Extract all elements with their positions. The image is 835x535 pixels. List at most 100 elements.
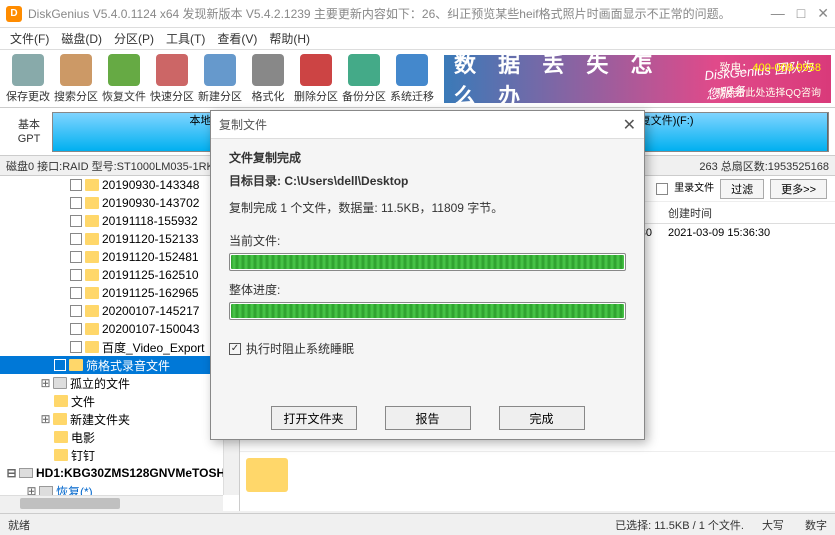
prevent-sleep-row[interactable]: ✓ 执行时阻止系统睡眠 [229,340,626,357]
tree-folder[interactable]: 百度_Video_Export [0,338,239,356]
tree-folder-selected[interactable]: 筛格式录音文件 [0,356,239,374]
banner[interactable]: 数 据 丢 失 怎 么 办 DiskGenius 团队为您服务 致电：400-0… [444,55,831,103]
done-button[interactable]: 完成 [499,406,585,430]
statusbar: 就绪 已选择: 11.5KB / 1 个文件. 大写 数字 [0,513,835,535]
tbtn-quick-partition[interactable]: 快速分区 [148,54,196,104]
close-button[interactable]: ✕ [817,5,829,22]
progress-fill [231,255,624,269]
menu-help[interactable]: 帮助(H) [263,28,316,49]
dialog-footer: 打开文件夹 报告 完成 [211,397,644,439]
folder-icon [54,431,68,443]
prevent-sleep-checkbox[interactable]: ✓ [229,343,241,355]
folder-icon [85,341,99,353]
folder-icon [85,269,99,281]
checkbox[interactable] [70,269,82,281]
menu-tools[interactable]: 工具(T) [160,28,211,49]
banner-qq: 或点击此处选择QQ咨询 [715,84,821,99]
tbtn-backup-partition[interactable]: 备份分区 [340,54,388,104]
folder-icon [54,449,68,461]
checkbox[interactable] [70,215,82,227]
tree-disk[interactable]: ⊟HD1:KBG30ZMS128GNVMeTOSH [0,464,239,482]
checkbox[interactable] [70,305,82,317]
menu-partition[interactable]: 分区(P) [108,28,160,49]
checkbox[interactable] [70,197,82,209]
dialog-title: 复制文件 [219,116,267,133]
recover-icon [108,54,140,86]
folder-icon [54,395,68,407]
folder-icon [85,287,99,299]
tbtn-migrate[interactable]: 系统迁移 [388,54,436,104]
quick-part-icon [156,54,188,86]
report-button[interactable]: 报告 [385,406,471,430]
current-file-progress [229,253,626,271]
dialog-close-button[interactable]: ✕ [623,115,636,135]
checkbox[interactable] [54,359,66,371]
menu-view[interactable]: 查看(V) [211,28,263,49]
tree-folder[interactable]: 20191125-162510 [0,266,239,284]
collapse-icon[interactable]: ⊟ [6,466,17,480]
checkbox[interactable] [70,287,82,299]
filter-button[interactable]: 过滤 [720,179,764,199]
status-ready: 就绪 [8,517,615,533]
tbtn-save[interactable]: 保存更改 [4,54,52,104]
tree-folder[interactable]: 20191120-152481 [0,248,239,266]
scrollbar-thumb[interactable] [20,498,120,509]
tbtn-new-partition[interactable]: 新建分区 [196,54,244,104]
folder-icon [53,413,67,425]
tree-item[interactable]: 电影 [0,428,239,446]
tree-folder[interactable]: 20190930-143348 [0,176,239,194]
tree-item[interactable]: 文件 [0,392,239,410]
tbtn-search-partition[interactable]: 搜索分区 [52,54,100,104]
open-folder-button[interactable]: 打开文件夹 [271,406,357,430]
folder-icon [69,359,83,371]
more-button[interactable]: 更多>> [770,179,827,199]
checkbox[interactable] [70,323,82,335]
folder-icon [85,323,99,335]
current-file-label: 当前文件: [229,232,626,249]
backup-icon [348,54,380,86]
save-icon [12,54,44,86]
banner-text: 数 据 丢 失 怎 么 办 [454,55,685,103]
checkbox[interactable] [70,233,82,245]
folder-icon [85,251,99,263]
tree-folder[interactable]: 20191118-155932 [0,212,239,230]
filter-checkbox[interactable] [656,183,668,195]
new-part-icon [204,54,236,86]
app-icon: D [6,6,22,22]
col-create[interactable]: 创建时间 [660,205,720,221]
dialog-titlebar[interactable]: 复制文件 ✕ [211,111,644,139]
tbtn-format[interactable]: 格式化 [244,54,292,104]
checkbox[interactable] [70,341,82,353]
migrate-icon [396,54,428,86]
disk-icon [19,468,33,478]
tree-folder[interactable]: 20200107-145217 [0,302,239,320]
copy-dialog: 复制文件 ✕ 文件复制完成 目标目录: C:\Users\dell\Deskto… [210,110,645,440]
maximize-button[interactable]: □ [797,5,805,22]
format-icon [252,54,284,86]
menu-disk[interactable]: 磁盘(D) [55,28,108,49]
tree-item[interactable]: ⊞孤立的文件 [0,374,239,392]
folder-icon [85,233,99,245]
tbtn-recover[interactable]: 恢复文件 [100,54,148,104]
folder-tree[interactable]: 20190930-143348 20190930-143702 20191118… [0,176,240,511]
folder-icon [85,215,99,227]
tree-folder[interactable]: 20200107-150043 [0,320,239,338]
target-dir: 目标目录: C:\Users\dell\Desktop [229,172,626,189]
expand-icon[interactable]: ⊞ [40,412,51,426]
prevent-sleep-label: 执行时阻止系统睡眠 [246,340,354,357]
tree-folder[interactable]: 20191120-152133 [0,230,239,248]
tree-hscrollbar[interactable] [0,495,223,511]
checkbox[interactable] [70,179,82,191]
tbtn-delete-partition[interactable]: 删除分区 [292,54,340,104]
folder-icon [85,305,99,317]
menu-file[interactable]: 文件(F) [4,28,55,49]
tree-folder[interactable]: 20191125-162965 [0,284,239,302]
expand-icon[interactable]: ⊞ [40,376,51,390]
tree-folder[interactable]: 20190930-143702 [0,194,239,212]
tree-item[interactable]: 钉钉 [0,446,239,464]
checkbox[interactable] [70,251,82,263]
banner-phone: 致电：400-008-9958 [719,59,821,75]
minimize-button[interactable]: — [771,5,785,22]
folder-preview-icon[interactable] [246,458,288,492]
tree-item[interactable]: ⊞新建文件夹 [0,410,239,428]
